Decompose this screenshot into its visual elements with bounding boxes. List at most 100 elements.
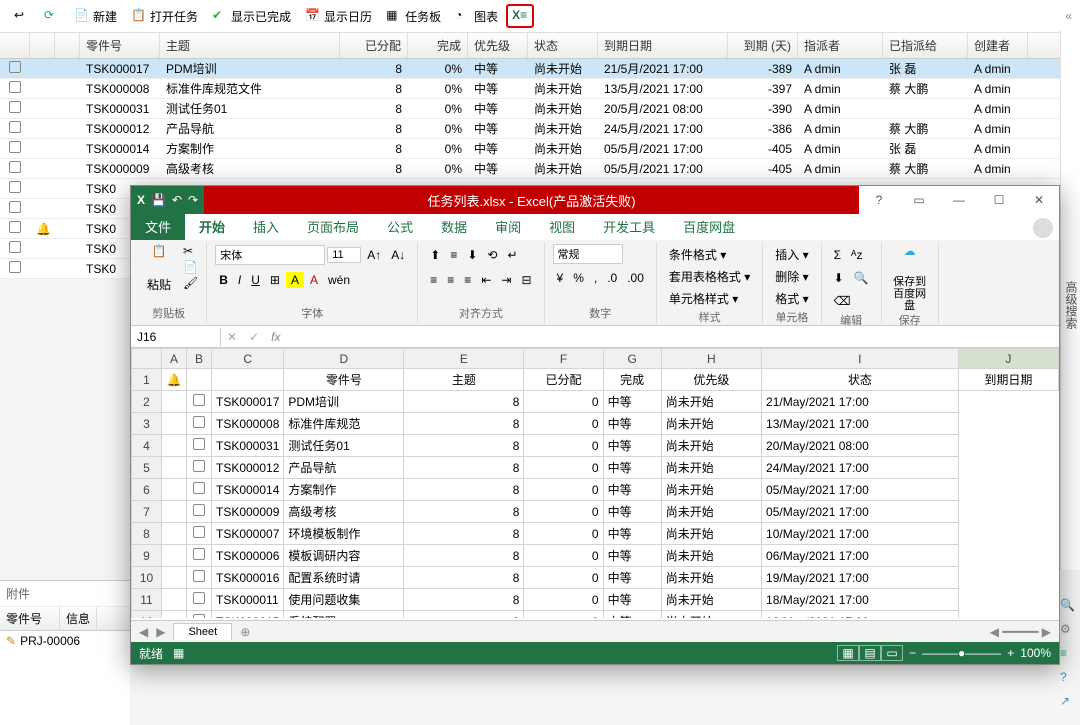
row-checkbox[interactable]: [9, 201, 21, 213]
table-row[interactable]: TSK000014方案制作80%中等尚未开始05/5月/2021 17:00-4…: [0, 139, 1080, 159]
indent-inc-icon[interactable]: ⇥: [497, 271, 515, 289]
align-bottom-icon[interactable]: ⬇: [463, 246, 481, 264]
col-assigned[interactable]: 已分配: [340, 33, 408, 58]
maximize-button[interactable]: ☐: [979, 186, 1019, 214]
open-task-button[interactable]: 📋打开任务: [125, 5, 204, 28]
align-middle-icon[interactable]: ≡: [446, 246, 461, 264]
tab-insert[interactable]: 插入: [239, 213, 293, 240]
format-cell-button[interactable]: 格式 ▾: [771, 288, 812, 309]
row-checkbox[interactable]: [9, 81, 21, 93]
name-box[interactable]: J16: [131, 328, 221, 346]
cancel-formula-icon[interactable]: ✕: [221, 330, 243, 344]
show-done-button[interactable]: ✔显示已完成: [206, 5, 297, 28]
tab-file[interactable]: 文件: [131, 213, 185, 240]
formula-input[interactable]: [286, 330, 1059, 344]
ribbon-options-button[interactable]: ▭: [899, 186, 939, 214]
advanced-search-panel[interactable]: 高级搜索: [1060, 30, 1080, 570]
chart-button[interactable]: ◔图表: [449, 5, 504, 28]
zoom-slider[interactable]: ———●———: [922, 646, 1001, 660]
attach-col-part[interactable]: 零件号: [0, 607, 60, 630]
share-icon[interactable]: ↗: [1060, 694, 1076, 710]
align-top-icon[interactable]: ⬆: [426, 246, 444, 264]
col-assignee[interactable]: 已指派给: [883, 33, 968, 58]
autosum-icon[interactable]: Σ: [830, 246, 845, 264]
search-icon[interactable]: 🔍: [1060, 598, 1076, 614]
zoom-in-icon[interactable]: +: [1007, 646, 1014, 660]
merge-icon[interactable]: ⊟: [517, 271, 535, 289]
table-row[interactable]: TSK000009高级考核80%中等尚未开始05/5月/2021 17:00-4…: [0, 159, 1080, 179]
comma-icon[interactable]: ,: [590, 269, 601, 287]
find-icon[interactable]: 🔍: [850, 269, 873, 287]
row-checkbox[interactable]: [9, 141, 21, 153]
decrease-font-icon[interactable]: A↓: [387, 246, 409, 264]
table-row[interactable]: TSK000031测试任务0180%中等尚未开始20/5月/2021 08:00…: [0, 99, 1080, 119]
tab-review[interactable]: 审阅: [481, 213, 535, 240]
fill-color-button[interactable]: A: [286, 272, 304, 288]
increase-font-icon[interactable]: A↑: [363, 246, 385, 264]
table-format-button[interactable]: 套用表格格式 ▾: [665, 266, 754, 287]
font-name-select[interactable]: 宋体: [215, 245, 325, 265]
add-sheet-icon[interactable]: ⊕: [240, 625, 250, 639]
align-left-icon[interactable]: ≡: [426, 271, 441, 289]
accept-formula-icon[interactable]: ✓: [243, 330, 265, 344]
border-button[interactable]: ⊞: [266, 271, 284, 289]
redo-icon[interactable]: ↷: [188, 193, 198, 207]
sheet-tab[interactable]: Sheet: [173, 623, 232, 640]
cond-format-button[interactable]: 条件格式 ▾: [665, 244, 730, 265]
col-creator[interactable]: 创建者: [968, 33, 1028, 58]
tab-view[interactable]: 视图: [535, 213, 589, 240]
page-break-icon[interactable]: ▭: [881, 645, 903, 661]
font-color-button[interactable]: A: [306, 271, 322, 289]
tab-baidu[interactable]: 百度网盘: [669, 213, 749, 240]
row-checkbox[interactable]: [9, 241, 21, 253]
cut-icon[interactable]: ✂: [183, 244, 198, 258]
indent-dec-icon[interactable]: ⇤: [477, 271, 495, 289]
row-checkbox[interactable]: [9, 261, 21, 273]
dec-decimal-icon[interactable]: .00: [623, 269, 648, 287]
sheet-nav-prev-icon[interactable]: ◀: [139, 625, 148, 639]
col-status[interactable]: 状态: [528, 33, 598, 58]
settings-icon[interactable]: ⚙: [1060, 622, 1076, 638]
format-painter-icon[interactable]: 🖌: [183, 276, 198, 290]
user-avatar[interactable]: [1033, 218, 1053, 238]
row-checkbox[interactable]: [9, 221, 21, 233]
tab-formula[interactable]: 公式: [373, 213, 427, 240]
new-button[interactable]: 📄新建: [68, 5, 123, 28]
align-center-icon[interactable]: ≡: [443, 271, 458, 289]
attach-col-info[interactable]: 信息: [60, 607, 97, 630]
col-complete[interactable]: 完成: [408, 33, 468, 58]
paste-button[interactable]: 📋粘贴: [139, 244, 179, 293]
collapse-button[interactable]: «: [1065, 9, 1072, 23]
normal-view-icon[interactable]: ▦: [837, 645, 859, 661]
copy-icon[interactable]: 📄: [183, 260, 198, 274]
help-icon[interactable]: ?: [1060, 670, 1076, 686]
row-checkbox[interactable]: [9, 121, 21, 133]
list-icon[interactable]: ≡: [1060, 646, 1076, 662]
export-excel-button[interactable]: X≡: [506, 4, 534, 28]
cell-style-button[interactable]: 单元格样式 ▾: [665, 288, 742, 309]
sheet-nav-next-icon[interactable]: ▶: [156, 625, 165, 639]
table-row[interactable]: TSK000012产品导航80%中等尚未开始24/5月/2021 17:00-3…: [0, 119, 1080, 139]
number-format-select[interactable]: 常规: [553, 244, 623, 264]
fx-icon[interactable]: fx: [265, 330, 286, 344]
task-board-button[interactable]: ▦任务板: [380, 5, 447, 28]
delete-cell-button[interactable]: 删除 ▾: [771, 266, 812, 287]
refresh-button[interactable]: ⟳: [38, 5, 66, 27]
zoom-level[interactable]: 100%: [1020, 646, 1051, 660]
table-row[interactable]: TSK000017PDM培训80%中等尚未开始21/5月/2021 17:00-…: [0, 59, 1080, 79]
orientation-icon[interactable]: ⟲: [483, 246, 501, 264]
col-priority[interactable]: 优先级: [468, 33, 528, 58]
close-button[interactable]: ✕: [1019, 186, 1059, 214]
table-row[interactable]: TSK000008标准件库规范文件80%中等尚未开始13/5月/2021 17:…: [0, 79, 1080, 99]
row-checkbox[interactable]: [9, 101, 21, 113]
sort-icon[interactable]: ᴬᴢ: [847, 246, 866, 264]
font-size-select[interactable]: 11: [327, 247, 361, 263]
insert-cell-button[interactable]: 插入 ▾: [771, 244, 812, 265]
col-due[interactable]: 到期日期: [598, 33, 728, 58]
minimize-button[interactable]: —: [939, 186, 979, 214]
row-checkbox[interactable]: [9, 181, 21, 193]
undo-icon[interactable]: ↶: [172, 193, 182, 207]
tab-layout[interactable]: 页面布局: [293, 213, 373, 240]
help-button[interactable]: ?: [859, 186, 899, 214]
show-calendar-button[interactable]: 📅显示日历: [299, 5, 378, 28]
